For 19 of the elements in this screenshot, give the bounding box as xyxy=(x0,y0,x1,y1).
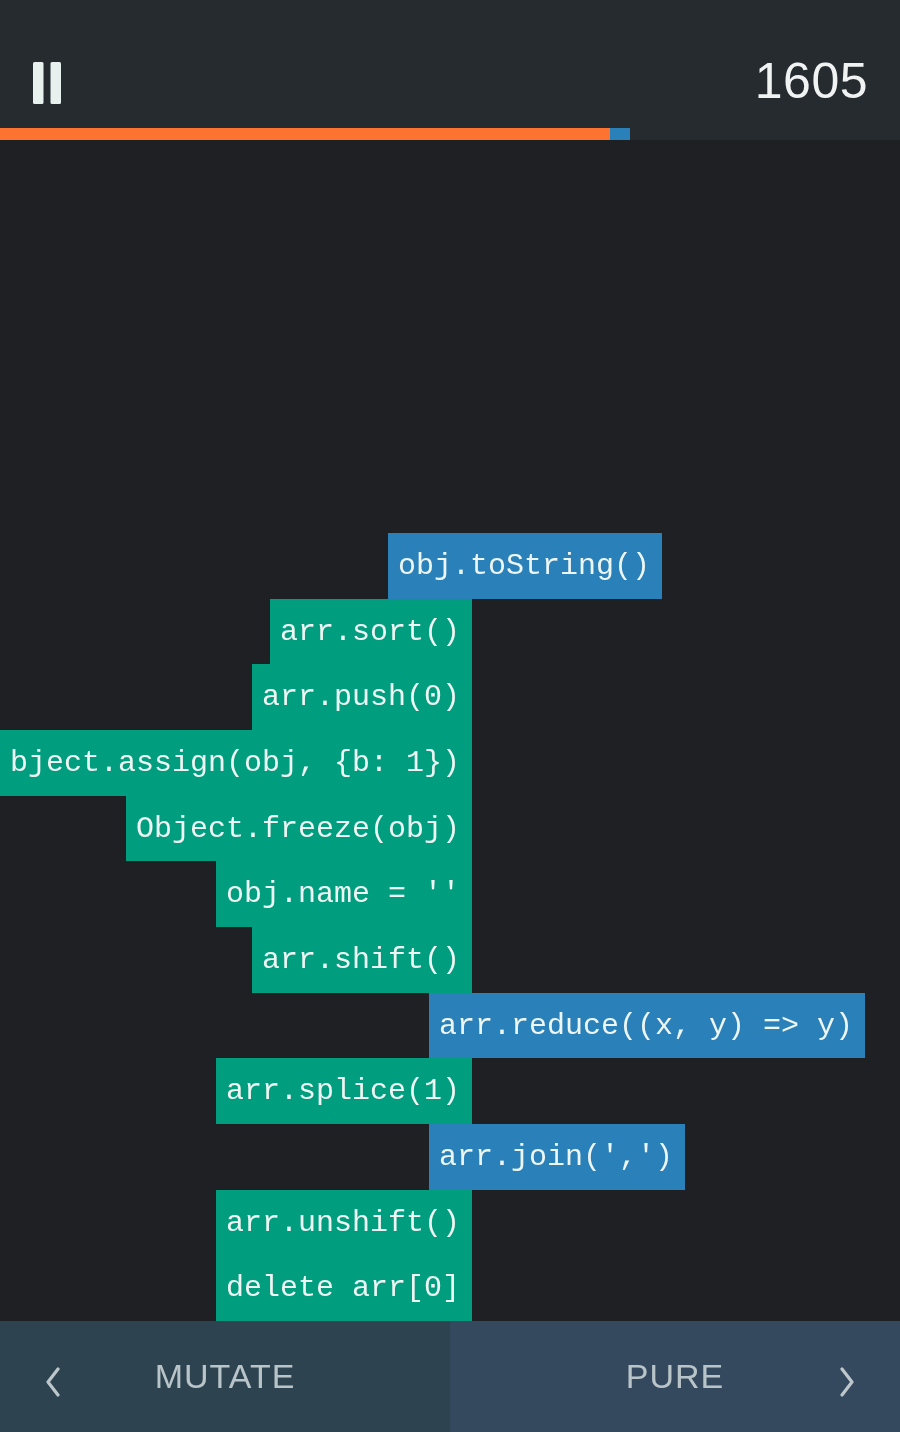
chevron-right-icon xyxy=(839,1367,855,1397)
code-block: arr.push(0) xyxy=(251,664,472,731)
code-block: arr.join(',') xyxy=(429,1124,686,1190)
answer-button[interactable]: MUTATE xyxy=(0,1321,450,1432)
code-block: obj.name = '' xyxy=(215,861,472,928)
pause-icon xyxy=(33,62,61,104)
code-block: arr.unshift() xyxy=(215,1189,472,1256)
code-block: bject.assign(obj, {b: 1}) xyxy=(0,730,472,796)
code-block: Object.freeze(obj) xyxy=(125,795,472,862)
code-block: arr.sort() xyxy=(269,598,472,665)
code-block: arr.reduce((x, y) => y) xyxy=(429,992,866,1059)
code-block: delete arr[0] xyxy=(215,1255,472,1321)
code-block: arr.splice(1) xyxy=(215,1058,472,1125)
code-block[interactable]: obj.toString() xyxy=(388,533,663,599)
chevron-left-icon xyxy=(45,1367,61,1397)
code-block: arr.shift() xyxy=(251,927,472,993)
pause-button[interactable] xyxy=(33,62,61,104)
answer-button[interactable]: PURE xyxy=(450,1321,900,1432)
score: 1605 xyxy=(754,56,868,106)
